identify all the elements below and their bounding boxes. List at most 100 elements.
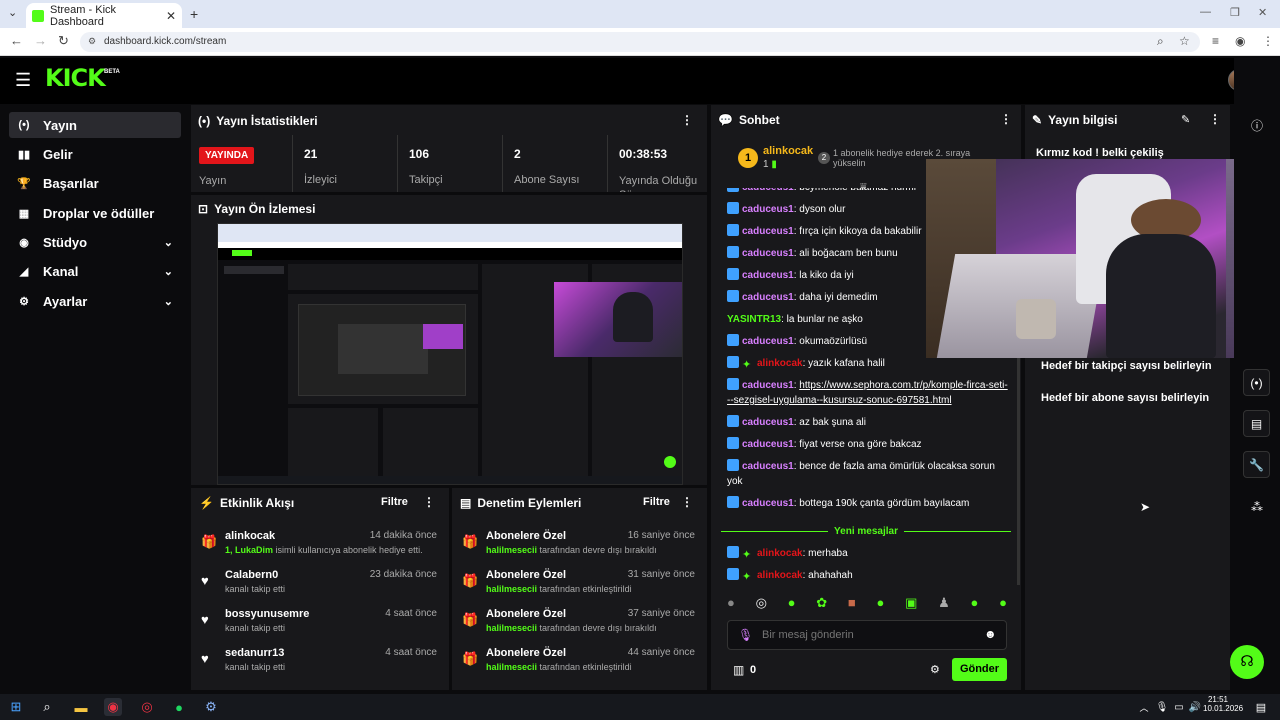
emote-icon[interactable]: ■	[848, 595, 856, 615]
forward-icon[interactable]: →	[34, 33, 47, 48]
minimize-icon[interactable]: —	[1200, 6, 1211, 18]
activity-user[interactable]: sedanurr13	[225, 647, 284, 659]
more-options-icon[interactable]: ⋮	[1209, 112, 1221, 126]
chat-username[interactable]: caduceus1	[742, 336, 794, 347]
mod-action: Abonelere Özel	[486, 569, 567, 581]
chat-input[interactable]	[762, 627, 972, 643]
mod-time: 44 saniye önce	[627, 647, 695, 658]
filter-button[interactable]: Filtre	[643, 496, 670, 508]
emote-icon[interactable]: ●	[727, 595, 735, 615]
stream-preview-video[interactable]	[217, 223, 683, 485]
activity-time: 23 dakika önce	[369, 569, 437, 580]
tray-chevron-icon[interactable]: ︿	[1135, 698, 1153, 716]
nodes-icon[interactable]: ⁂	[1251, 500, 1263, 514]
search-icon[interactable]: ⌕	[38, 698, 56, 716]
chat-username[interactable]: caduceus1	[742, 461, 794, 472]
chat-username[interactable]: caduceus1	[742, 380, 794, 391]
browser-tab[interactable]: Stream - Kick Dashboard ✕	[26, 3, 182, 28]
emote-icon[interactable]: ✿	[816, 595, 827, 615]
kick-logo[interactable]: KICK	[45, 64, 106, 92]
more-options-icon[interactable]: ⋮	[681, 495, 693, 509]
broadcast-rail-icon[interactable]: (•)	[1243, 369, 1270, 396]
file-explorer-icon[interactable]: ▬	[72, 698, 90, 716]
new-messages-divider[interactable]: Yeni mesajlar	[721, 524, 1011, 539]
emote-icon[interactable]: ◎	[756, 595, 767, 615]
send-button[interactable]: Gönder	[952, 658, 1007, 681]
emote-icon[interactable]: ●	[999, 595, 1007, 615]
new-tab-icon[interactable]: +	[190, 6, 198, 22]
wrench-rail-icon[interactable]: 🔧	[1243, 451, 1270, 478]
layout-rail-icon[interactable]: ▤	[1243, 410, 1270, 437]
more-options-icon[interactable]: ⋮	[1000, 112, 1012, 126]
obs-icon[interactable]: ◎	[138, 698, 156, 716]
stat-value: 21	[304, 147, 318, 161]
hamburger-menu-icon[interactable]: ☰	[15, 70, 31, 91]
filter-button[interactable]: Filtre	[381, 496, 408, 508]
zoom-icon[interactable]: ⌕	[1157, 34, 1164, 49]
tab-search-icon[interactable]: ⌄	[8, 6, 17, 19]
maximize-icon[interactable]: ❐	[1230, 6, 1240, 19]
chat-username[interactable]: caduceus1	[742, 248, 794, 259]
emote-icon[interactable]: ♟	[938, 595, 950, 615]
reload-icon[interactable]: ↻	[58, 33, 69, 49]
sidebar-item-gelir[interactable]: ▮▮ Gelir	[9, 141, 181, 167]
points-icon[interactable]: ▥	[733, 663, 744, 677]
notifications-icon[interactable]: ▤	[1252, 698, 1270, 716]
sidebar-item-droplar[interactable]: ▦ Droplar ve ödüller	[9, 200, 181, 226]
chat-username[interactable]: YASINTR13	[727, 314, 781, 325]
emote-icon[interactable]: ▣	[905, 595, 917, 615]
chat-username[interactable]: alinkocak	[757, 548, 803, 559]
chat-settings-icon[interactable]: ⚙	[930, 663, 940, 676]
sidebar-item-yayin[interactable]: (•) Yayın	[9, 112, 181, 138]
close-window-icon[interactable]: ✕	[1258, 6, 1267, 19]
sidebar-item-kanal[interactable]: ◢ Kanal ⌄	[9, 258, 181, 284]
subscriber-goal-prompt[interactable]: Hedef bir abone sayısı belirleyin	[1041, 392, 1209, 404]
chat-username[interactable]: caduceus1	[742, 188, 794, 193]
chat-username[interactable]: alinkocak	[757, 358, 803, 369]
more-options-icon[interactable]: ⋮	[681, 113, 693, 127]
edit-icon[interactable]: ✎	[1181, 113, 1190, 126]
chat-username[interactable]: caduceus1	[742, 439, 794, 450]
chat-username[interactable]: caduceus1	[742, 292, 794, 303]
follower-goal-prompt[interactable]: Hedef bir takipçi sayısı belirleyin	[1041, 360, 1212, 372]
url-input[interactable]: dashboard.kick.com/stream	[80, 32, 1200, 52]
stats-panel: (•) Yayın İstatistikleri ⋮ YAYINDA Yayın …	[191, 105, 707, 192]
chat-username[interactable]: caduceus1	[742, 270, 794, 281]
sidebar-item-studyo[interactable]: ◉ Stüdyo ⌄	[9, 229, 181, 255]
emote-icon[interactable]: ●	[877, 595, 885, 615]
activity-user[interactable]: alinkocak	[225, 530, 275, 542]
chat-username[interactable]: caduceus1	[742, 498, 794, 509]
close-tab-icon[interactable]: ✕	[166, 9, 176, 23]
bookmark-icon[interactable]: ☆	[1179, 34, 1190, 48]
panel-title: Denetim Eylemleri	[477, 496, 582, 510]
support-chat-button[interactable]: ☊	[1230, 645, 1264, 679]
more-options-icon[interactable]: ⋮	[423, 495, 435, 509]
microphone-icon[interactable]: 🎙	[738, 628, 753, 642]
mic-tray-icon[interactable]: 🎙	[1153, 698, 1171, 716]
top-gifter-name[interactable]: alinkocak	[763, 145, 813, 157]
menu-icon[interactable]: ⋮	[1262, 34, 1274, 48]
chat-username[interactable]: caduceus1	[742, 417, 794, 428]
volume-icon[interactable]: 🔊	[1186, 698, 1204, 716]
profile-icon[interactable]: ◉	[1235, 34, 1245, 48]
sidebar-item-basarilar[interactable]: 🏆 Başarılar	[9, 170, 181, 196]
back-icon[interactable]: ←	[10, 33, 23, 48]
info-icon[interactable]: ⓘ	[1251, 117, 1263, 134]
clock[interactable]: 21:51 10.01.2026	[1203, 695, 1243, 713]
chrome-icon[interactable]: ◉	[104, 698, 122, 716]
site-info-icon[interactable]: ⚙	[88, 36, 96, 47]
sidebar-item-ayarlar[interactable]: ⚙ Ayarlar ⌄	[9, 288, 181, 314]
emote-icon[interactable]: ●	[971, 595, 979, 615]
steam-icon[interactable]: ⚙	[202, 698, 220, 716]
chat-username[interactable]: caduceus1	[742, 226, 794, 237]
emote-icon[interactable]: ●	[788, 595, 796, 615]
spotify-icon[interactable]: ●	[170, 698, 188, 716]
chat-text: ahahahah	[808, 570, 853, 581]
chat-username[interactable]: alinkocak	[757, 570, 803, 581]
windows-start-icon[interactable]: ⊞	[7, 698, 25, 716]
activity-user[interactable]: Calabern0	[225, 569, 278, 581]
media-icon[interactable]: ≡	[1212, 34, 1219, 48]
emoji-icon[interactable]: ☻	[984, 627, 997, 641]
chat-username[interactable]: caduceus1	[742, 204, 794, 215]
activity-user[interactable]: bossyunusemre	[225, 608, 309, 620]
